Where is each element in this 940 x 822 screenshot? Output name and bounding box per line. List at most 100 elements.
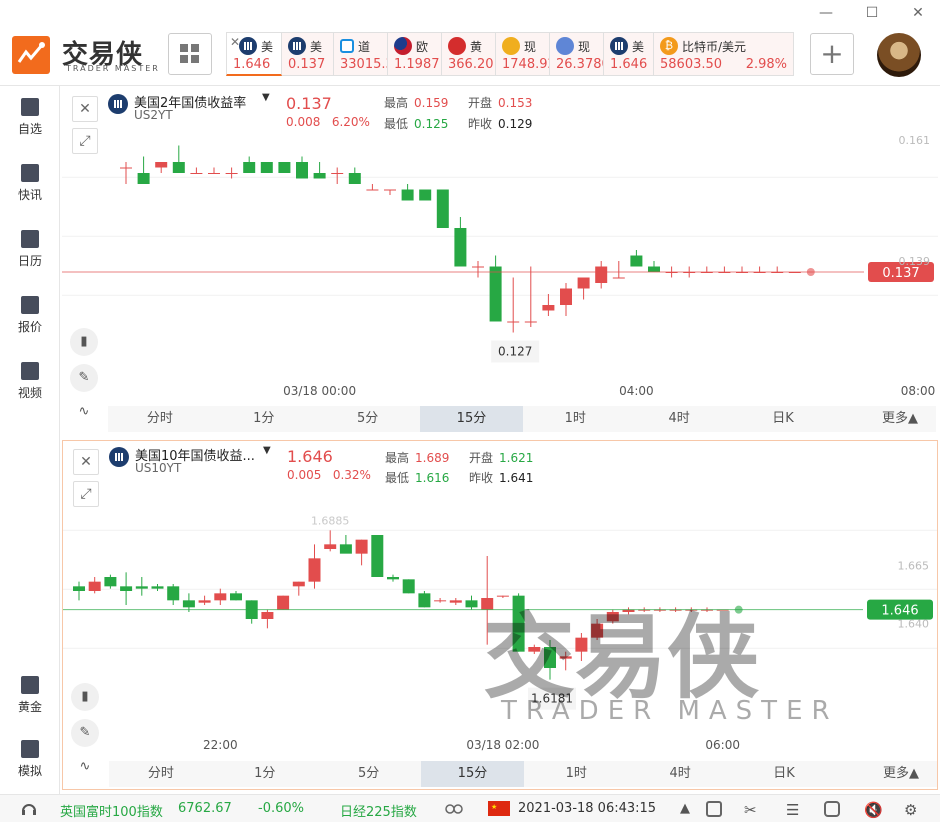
add-tab-button[interactable]: + xyxy=(810,33,854,75)
period-tab[interactable]: 分时 xyxy=(109,761,213,787)
close-panel-button[interactable]: ✕ xyxy=(72,96,98,122)
sidebar-item[interactable]: 快讯 xyxy=(0,164,60,203)
tab-name: 美 xyxy=(310,39,323,54)
last-price-dot xyxy=(806,268,815,276)
change-percent: 0.32% xyxy=(332,468,371,482)
sidebar-item[interactable]: 日历 xyxy=(0,230,60,269)
index2-name[interactable]: 日经225指数 xyxy=(340,801,417,820)
candle-body xyxy=(612,277,625,279)
symbol-tab[interactable]: 道 33015.3 xyxy=(334,32,388,76)
indicator-icon[interactable]: ∿ xyxy=(71,753,99,781)
open-value: 1.621 xyxy=(499,451,534,465)
index1-name[interactable]: 英国富时100指数 xyxy=(60,801,163,820)
period-tab[interactable]: 1分 xyxy=(213,761,317,787)
sidebar-item[interactable]: 黄金 xyxy=(0,676,60,715)
tab-name: 美 xyxy=(632,39,645,54)
period-tab[interactable]: 15分 xyxy=(420,761,525,787)
period-tab[interactable]: 4时 xyxy=(628,761,732,787)
period-tab[interactable]: 更多▲ xyxy=(836,761,937,787)
candle-body xyxy=(419,189,432,201)
close-button[interactable]: ✕ xyxy=(908,4,928,22)
symbol-tab[interactable]: 黄 366.20 xyxy=(442,32,496,76)
candle-body xyxy=(402,579,415,594)
close-panel-button[interactable]: ✕ xyxy=(73,449,99,475)
symbol-tab[interactable]: 现 1748.92 xyxy=(496,32,550,76)
candle-body xyxy=(277,595,290,610)
chevron-down-icon[interactable]: ▼ xyxy=(263,445,271,456)
period-tab[interactable]: 更多▲ xyxy=(835,406,936,432)
gear-icon[interactable]: ⚙ xyxy=(904,801,917,819)
symbol-tab[interactable]: 欧 1.1987 xyxy=(388,32,442,76)
chart-panel-us10y: ✕ ⤢ 美国10年国债收益... ▼ US10YT 1.646 0.005 0.… xyxy=(62,440,938,790)
symbol-tab[interactable]: ₿ 比特币/美元 58603.50 2.98% xyxy=(654,32,794,76)
candle-body xyxy=(371,535,384,577)
bar-chart-icon xyxy=(109,447,129,467)
symbol-tab[interactable]: 美 0.137 xyxy=(282,32,334,76)
candle-type-icon[interactable]: ▮ xyxy=(70,328,98,356)
period-tab[interactable]: 日K xyxy=(732,761,836,787)
symbol-tab[interactable]: 美 1.646 xyxy=(604,32,654,76)
maximize-button[interactable]: ☐ xyxy=(862,4,882,22)
index1-change: -0.60% xyxy=(258,801,304,816)
tab-value: 1.646 xyxy=(233,57,271,72)
candle-body xyxy=(120,586,133,591)
tab-name: 现 xyxy=(524,39,537,54)
minimize-button[interactable]: — xyxy=(816,4,836,22)
candle-body xyxy=(366,189,379,191)
camera-icon[interactable] xyxy=(824,801,840,817)
tab-value: 1748.92 xyxy=(502,57,549,72)
symbol-tab[interactable]: 现 26.3780 xyxy=(550,32,604,76)
period-tab[interactable]: 5分 xyxy=(316,406,420,432)
sidebar: 自选快讯日历报价视频黄金模拟 xyxy=(0,86,60,794)
price-change: 0.005 0.32% xyxy=(287,468,371,482)
news-icon xyxy=(21,164,39,182)
period-tab[interactable]: 1时 xyxy=(524,761,628,787)
link-icon[interactable] xyxy=(444,800,464,818)
sidebar-item[interactable]: 报价 xyxy=(0,296,60,335)
sidebar-item[interactable]: 视频 xyxy=(0,362,60,401)
candle-body xyxy=(355,539,368,554)
chevron-down-icon[interactable]: ▼ xyxy=(262,92,270,103)
sidebar-item[interactable]: 自选 xyxy=(0,98,60,137)
candle-body xyxy=(489,266,502,322)
period-tab[interactable]: 分时 xyxy=(108,406,212,432)
tab-value: 58603.50 xyxy=(660,57,723,72)
candle-body xyxy=(507,321,520,323)
avatar[interactable] xyxy=(877,33,921,77)
gold-bar-icon xyxy=(21,676,39,694)
sidebar-item[interactable]: 模拟 xyxy=(0,740,60,779)
headset-icon[interactable] xyxy=(20,800,38,818)
app-window: 交易侠 TRADER MASTER ✕美1.646美0.137道33015.3欧… xyxy=(0,0,940,822)
candle-body xyxy=(137,173,150,184)
candle-body xyxy=(577,277,590,289)
chevron-up-icon[interactable]: ▲ xyxy=(680,801,690,816)
symbol-tab[interactable]: ✕ 美 1.646 xyxy=(226,32,282,76)
x-tick-label: 04:00 xyxy=(619,384,654,398)
mute-icon[interactable]: 🔇 xyxy=(864,801,883,819)
period-tab[interactable]: 4时 xyxy=(627,406,731,432)
svg-text:★: ★ xyxy=(491,803,497,811)
high-value: 0.159 xyxy=(414,96,449,110)
candlestick-chart-us10y[interactable]: 1.6461.6651.64022:00 03/18 02:00 06:001.61… xyxy=(63,483,937,761)
watermark-subtitle: TRADER MASTER xyxy=(500,696,839,726)
indicator-icon[interactable]: ∿ xyxy=(70,398,98,426)
open-label: 开盘 xyxy=(468,96,493,110)
period-tab[interactable]: 日K xyxy=(731,406,835,432)
tools-icon[interactable]: ✂ xyxy=(744,801,757,819)
open-label: 开盘 xyxy=(469,451,494,465)
draw-pen-icon[interactable]: ✎ xyxy=(71,719,99,747)
candlestick-chart-us2y[interactable]: 0.137 0.161 0.139 03/18 00:00 04:00 08:00 0.12… xyxy=(62,130,938,402)
quote-icon xyxy=(21,296,39,314)
last-price: 1.646 xyxy=(287,447,333,466)
period-tab[interactable]: 15分 xyxy=(419,406,524,432)
window-icon[interactable] xyxy=(706,801,722,817)
candle-type-icon[interactable]: ▮ xyxy=(71,683,99,711)
candle-body xyxy=(292,581,305,587)
period-tab[interactable]: 1时 xyxy=(523,406,627,432)
settings-sliders-icon[interactable]: ☰ xyxy=(786,801,799,819)
period-tab[interactable]: 5分 xyxy=(317,761,421,787)
period-tab[interactable]: 1分 xyxy=(212,406,316,432)
candle-body xyxy=(155,162,168,168)
draw-pen-icon[interactable]: ✎ xyxy=(70,364,98,392)
layout-grid-button[interactable] xyxy=(168,33,212,75)
